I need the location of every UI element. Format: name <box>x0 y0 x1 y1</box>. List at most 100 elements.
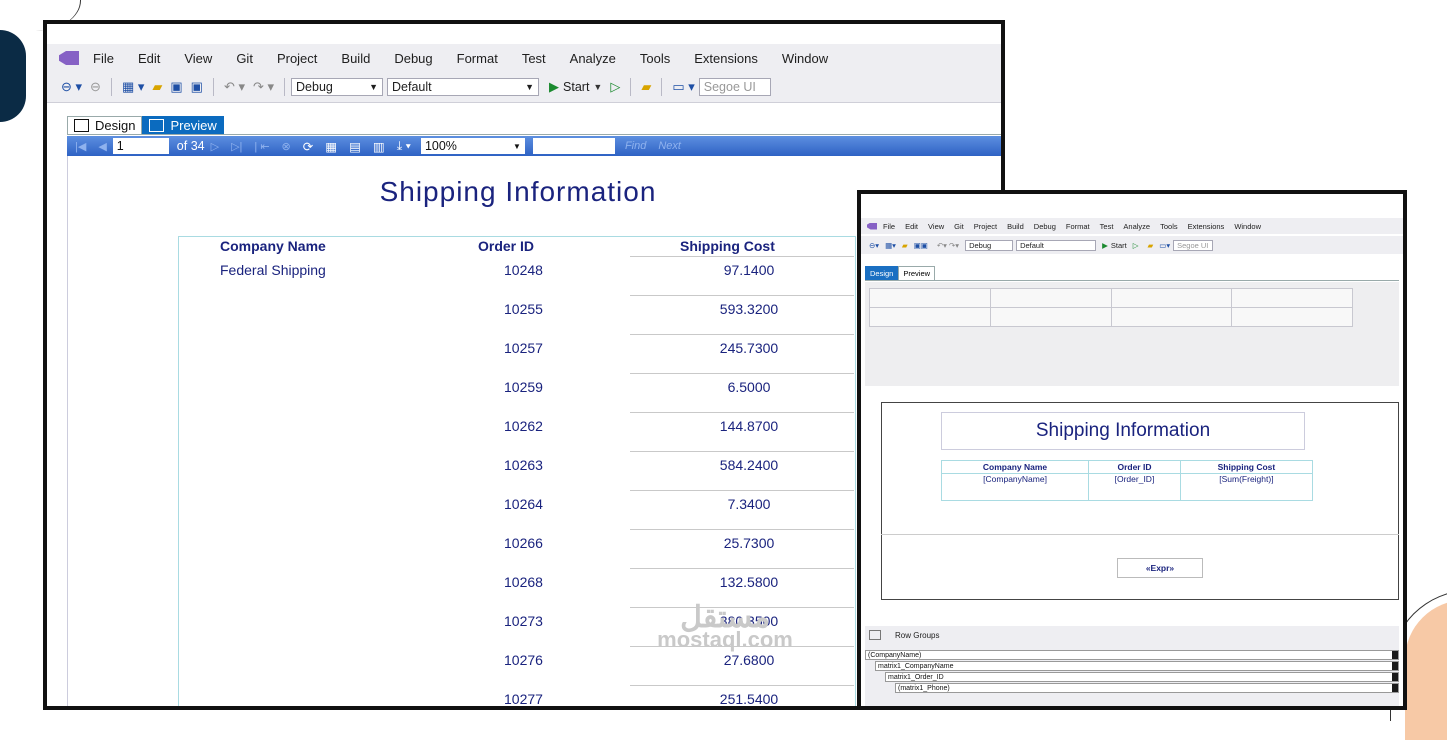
row-group-item[interactable]: (CompanyName) <box>865 650 1399 660</box>
print-icon[interactable]: ▦ <box>325 139 337 154</box>
menu-build[interactable]: Build <box>341 51 370 66</box>
visual-studio-logo-icon <box>59 51 79 65</box>
navigate-back-icon[interactable]: ⊖▾ <box>869 241 879 250</box>
start-button[interactable]: Start <box>1111 241 1127 250</box>
matrix-field-company[interactable]: [CompanyName] <box>940 473 1090 501</box>
save-all-icon[interactable]: ▣ <box>191 79 203 95</box>
new-project-icon[interactable]: ▦▾ <box>885 241 896 250</box>
tab-preview[interactable]: Preview <box>142 116 224 134</box>
start-without-debugging-icon[interactable]: ▷ <box>610 79 620 95</box>
menu-debug[interactable]: Debug <box>1034 222 1056 231</box>
design-report-title[interactable]: Shipping Information <box>941 412 1305 450</box>
shipping-cost-cell: 25.7300 <box>723 535 775 551</box>
matrix-table[interactable]: Company Name Order ID Shipping Cost [Com… <box>940 460 1314 501</box>
menu-window[interactable]: Window <box>782 51 828 66</box>
save-icon[interactable]: ▣▣ <box>914 241 928 250</box>
menu-tools[interactable]: Tools <box>640 51 670 66</box>
undo-icon[interactable]: ↶▾ ↷▾ <box>937 241 959 250</box>
shipping-cost-cell: 584.2400 <box>719 457 779 473</box>
start-without-debugging-icon[interactable]: ▷ <box>1133 241 1139 250</box>
menu-format[interactable]: Format <box>457 51 498 66</box>
matrix-field-cost[interactable]: [Sum(Freight)] <box>1179 473 1314 501</box>
tab-preview[interactable]: Preview <box>898 266 936 280</box>
menu-test[interactable]: Test <box>1100 222 1114 231</box>
menu-analyze[interactable]: Analyze <box>1123 222 1150 231</box>
font-name-dropdown[interactable]: Segoe UI <box>1173 239 1214 251</box>
row-group-item[interactable]: matrix1_Order_ID <box>885 672 1399 682</box>
matrix-header-cost[interactable]: Shipping Cost <box>1179 460 1314 474</box>
menu-extensions[interactable]: Extensions <box>694 51 758 66</box>
menu-extensions[interactable]: Extensions <box>1188 222 1225 231</box>
shipping-cost-cell: 97.1400 <box>723 262 775 278</box>
next-link[interactable]: Next <box>658 140 681 152</box>
open-folder-icon[interactable]: ▰ <box>152 79 162 95</box>
menu-file[interactable]: File <box>93 51 114 66</box>
navigate-forward-icon[interactable]: ⊖ <box>90 79 101 95</box>
last-page-icon[interactable]: ▷| <box>231 140 242 153</box>
find-link[interactable]: Find <box>625 140 646 152</box>
order-id-cell: 10276 <box>504 652 543 668</box>
tab-design[interactable]: Design <box>67 116 143 134</box>
window-layout-icon[interactable]: ▭▾ <box>1159 241 1170 250</box>
menu-edit[interactable]: Edit <box>138 51 160 66</box>
tab-design[interactable]: Design <box>865 266 899 280</box>
chevron-down-icon[interactable] <box>1392 651 1398 659</box>
menu-tools[interactable]: Tools <box>1160 222 1178 231</box>
font-name-dropdown[interactable]: Segoe UI <box>698 78 771 96</box>
row-group-item[interactable]: matrix1_CompanyName <box>875 661 1399 671</box>
platform-dropdown[interactable]: Default <box>1016 239 1097 251</box>
solution-configuration-dropdown[interactable]: Debug <box>965 239 1014 251</box>
menu-project[interactable]: Project <box>277 51 317 66</box>
redo-icon[interactable]: ↷ ▾ <box>253 79 274 95</box>
navigate-back-icon[interactable]: ⊖ ▾ <box>61 79 82 95</box>
expression-textbox[interactable]: «Expr» <box>1117 558 1203 578</box>
zoom-dropdown[interactable]: 100% ▼ <box>420 138 525 154</box>
matrix-header-company[interactable]: Company Name <box>940 460 1090 474</box>
export-icon[interactable]: ⤓ ▾ <box>397 139 411 154</box>
refresh-icon[interactable]: ⟳ <box>303 139 313 154</box>
window-layout-icon[interactable]: ▭ ▾ <box>672 79 694 95</box>
stop-icon[interactable]: ⊗ <box>282 140 291 153</box>
menu-project[interactable]: Project <box>974 222 997 231</box>
menu-test[interactable]: Test <box>522 51 546 66</box>
start-button[interactable]: Start <box>563 80 589 94</box>
matrix-field-order[interactable]: [Order_ID] <box>1088 473 1181 501</box>
find-text-input[interactable] <box>532 138 615 154</box>
new-project-icon[interactable]: ▦ ▾ <box>122 79 144 95</box>
menu-build[interactable]: Build <box>1007 222 1024 231</box>
previous-page-icon[interactable]: ◀ <box>98 140 106 153</box>
menu-git[interactable]: Git <box>954 222 964 231</box>
row-group-item[interactable]: (matrix1_Phone) <box>895 683 1399 693</box>
browse-icon[interactable]: ▰ <box>1147 241 1153 250</box>
browse-icon[interactable]: ▰ <box>641 79 651 95</box>
open-folder-icon[interactable]: ▰ <box>902 241 908 250</box>
shipping-cost-cell: 251.5400 <box>719 691 779 707</box>
page-number-input[interactable]: 1 <box>112 138 169 154</box>
row-groups-header: Row Groups <box>869 630 939 640</box>
next-page-icon[interactable]: ▷ <box>211 140 219 153</box>
menu-window[interactable]: Window <box>1234 222 1261 231</box>
page-setup-icon[interactable]: ▥ <box>373 139 385 154</box>
platform-dropdown[interactable]: Default ▼ <box>387 78 540 96</box>
print-layout-icon[interactable]: ▤ <box>349 139 361 154</box>
save-icon[interactable]: ▣ <box>170 79 182 95</box>
report-title: Shipping Information <box>379 176 657 207</box>
undo-icon[interactable]: ↶ ▾ <box>224 79 245 95</box>
solution-configuration-dropdown[interactable]: Debug ▼ <box>291 78 384 96</box>
menu-git[interactable]: Git <box>236 51 253 66</box>
matrix-header-order[interactable]: Order ID <box>1088 460 1181 474</box>
chevron-down-icon[interactable]: ▼ <box>593 82 602 92</box>
menu-file[interactable]: File <box>883 222 895 231</box>
chevron-down-icon[interactable] <box>1392 684 1398 692</box>
chevron-down-icon[interactable] <box>1392 673 1398 681</box>
chevron-down-icon[interactable] <box>1392 662 1398 670</box>
menu-analyze[interactable]: Analyze <box>570 51 616 66</box>
design-menu-bar: File Edit View Git Project Build Debug F… <box>861 218 1403 234</box>
menu-view[interactable]: View <box>184 51 212 66</box>
first-page-icon[interactable]: |◀ <box>75 140 86 153</box>
menu-format[interactable]: Format <box>1066 222 1090 231</box>
menu-edit[interactable]: Edit <box>905 222 918 231</box>
menu-debug[interactable]: Debug <box>394 51 432 66</box>
menu-view[interactable]: View <box>928 222 944 231</box>
back-icon[interactable]: | ⇤ <box>254 140 269 153</box>
